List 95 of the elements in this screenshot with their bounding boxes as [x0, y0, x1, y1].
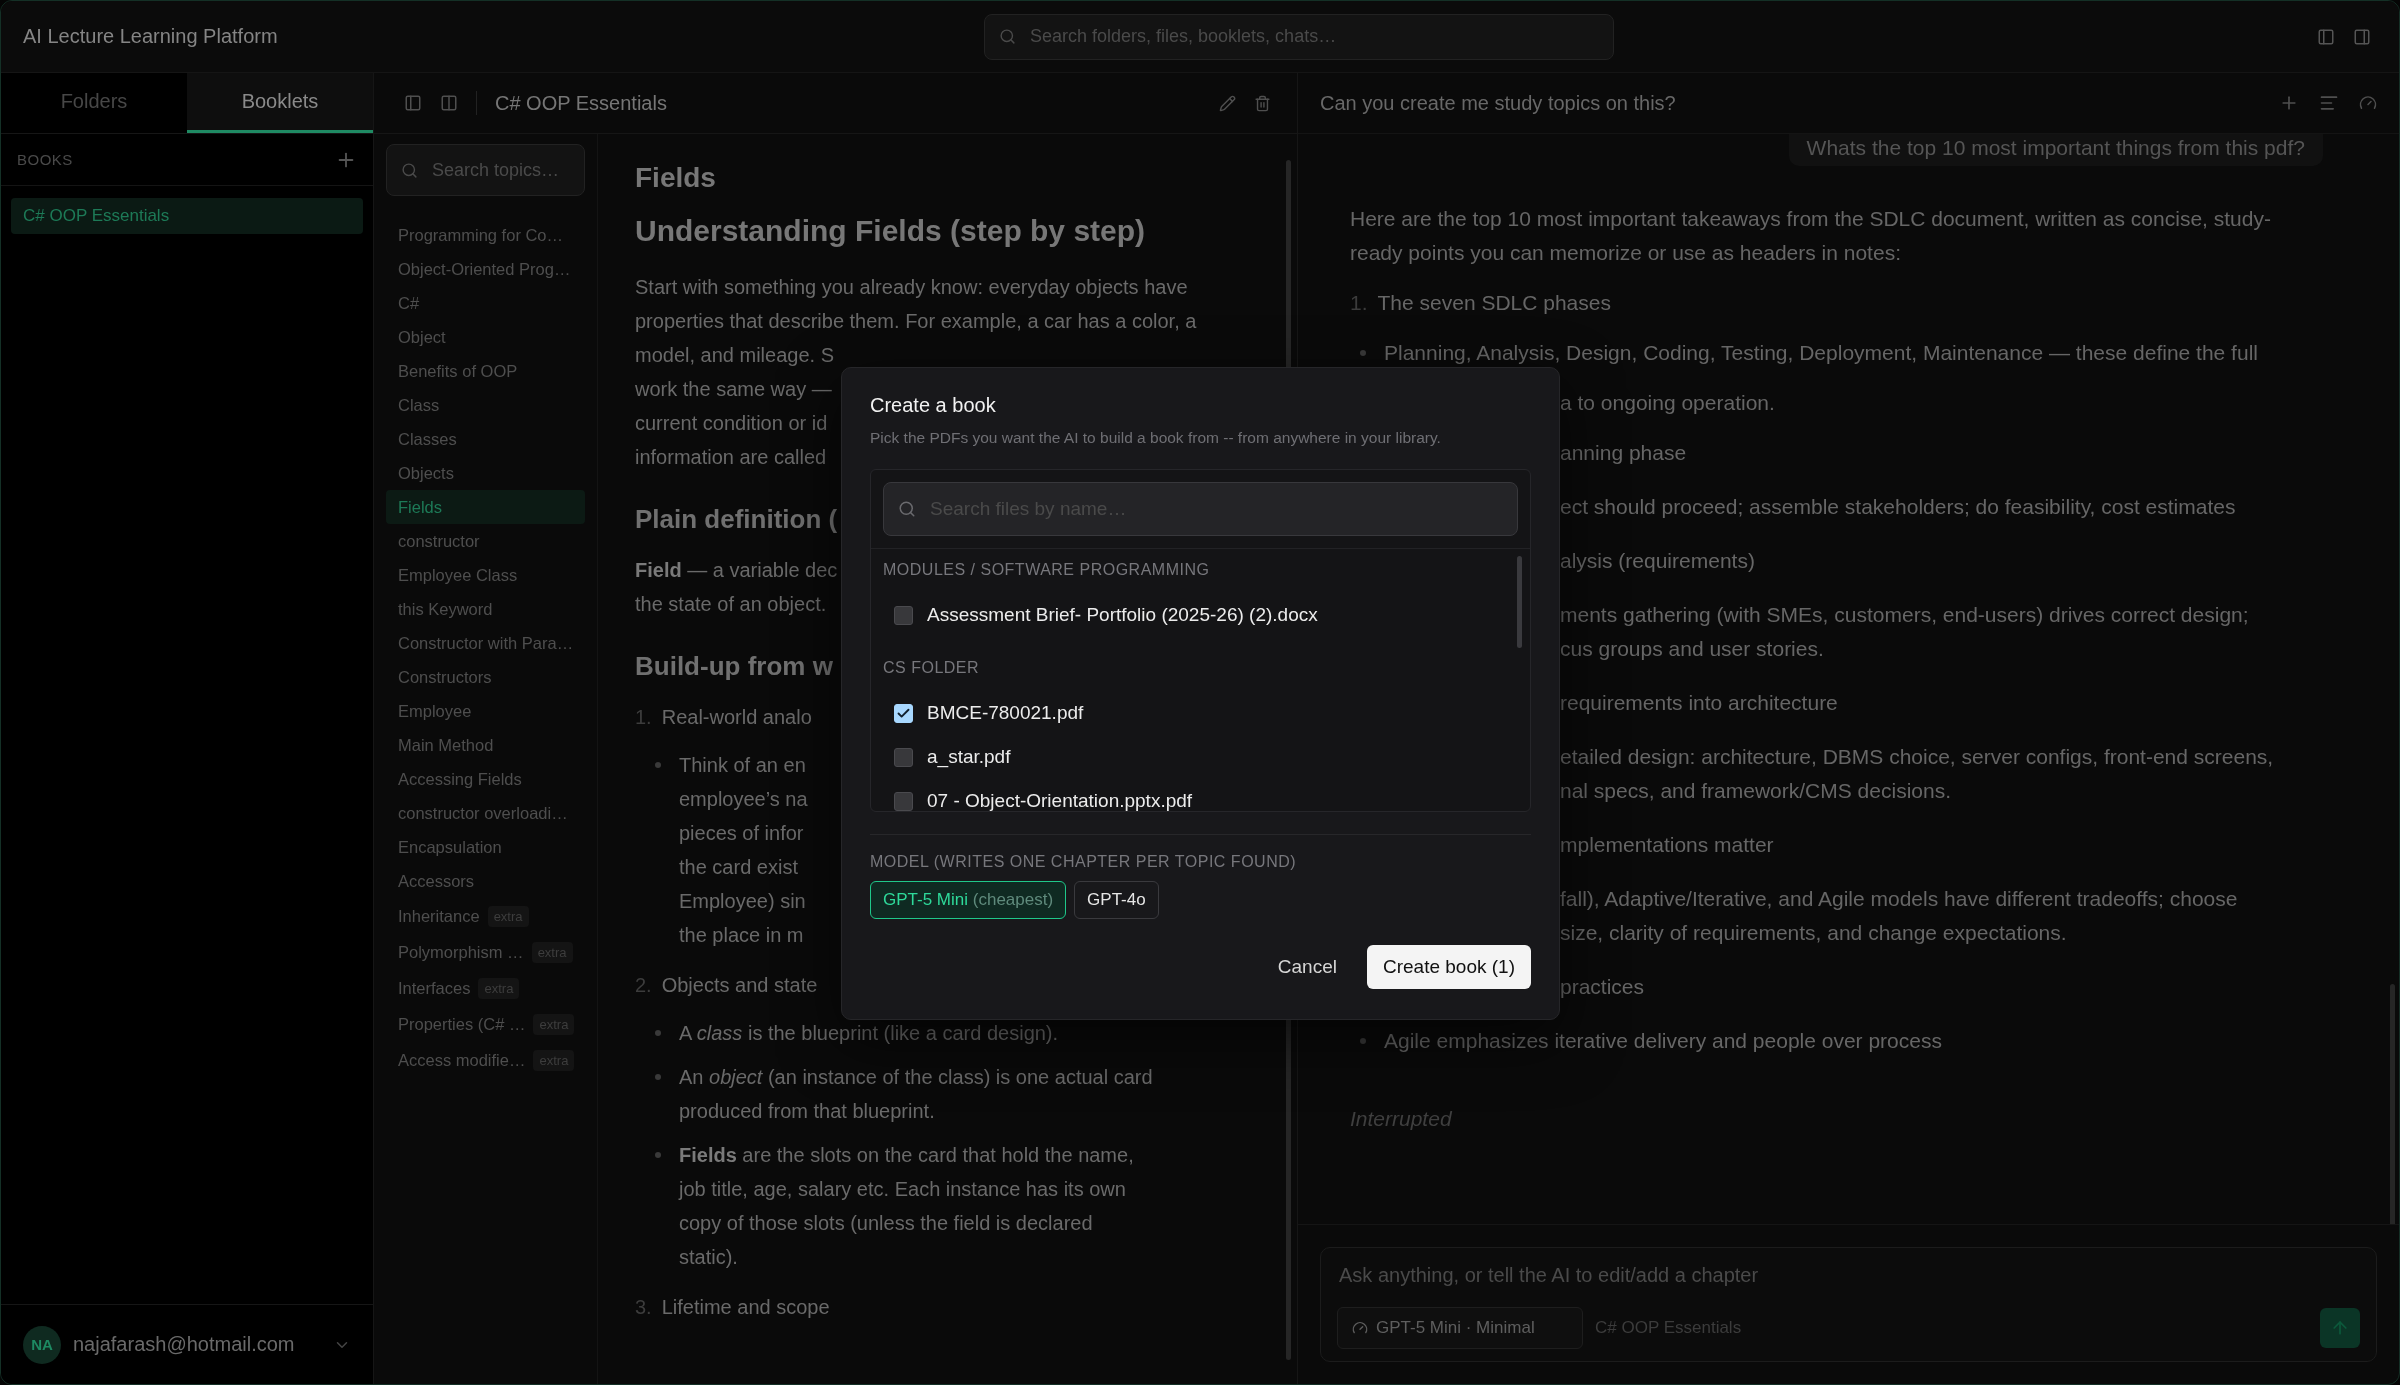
- message-text: ect should proceed; assemble stakeholders; do feasibility, cost estimates: [1560, 494, 2236, 520]
- message-text: alysis (requirements): [1560, 548, 1755, 574]
- section-label: BOOKS: [17, 151, 73, 168]
- message-text: requirements into architecture: [1560, 690, 1838, 716]
- search-icon: [401, 161, 418, 179]
- scrollbar-thumb[interactable]: [2390, 984, 2395, 1224]
- file-option[interactable]: BMCE-780021.pdf: [883, 691, 1530, 735]
- booklet-title: C# OOP Essentials: [495, 91, 668, 115]
- folder-heading: MODULES / SOFTWARE PROGRAMMING: [883, 561, 1211, 579]
- search-icon: [999, 28, 1016, 45]
- topic-item[interactable]: Programming for Co…: [386, 218, 585, 252]
- edit-icon[interactable]: [1219, 94, 1236, 112]
- topic-item[interactable]: Accessing Fields: [386, 762, 585, 796]
- book-item[interactable]: C# OOP Essentials: [11, 198, 363, 234]
- message-text: mplementations matter: [1560, 832, 1774, 858]
- topic-item[interactable]: Class: [386, 388, 585, 422]
- sidebar-toggle-icon[interactable]: [2317, 27, 2335, 46]
- message-text: Here are the top 10 most important takeaways from the SDLC document, written as concise, study- ready points you can memorize or use as headers in notes:: [1350, 206, 2271, 266]
- app-title: AI Lecture Learning Platform: [22, 25, 278, 48]
- checkbox[interactable]: [894, 605, 913, 625]
- bullet-icon: [655, 1030, 661, 1036]
- checkbox[interactable]: [894, 747, 913, 767]
- topic-item[interactable]: C#: [386, 286, 585, 320]
- user-avatar: NA: [23, 1325, 61, 1364]
- paragraph: Field — a variable dec the state of an object.: [635, 558, 838, 617]
- bullet-text: Fields are the slots on the card that hold the name, job title, age, salary etc. Each instance has its own copy of those slots (unless the field is declared static).: [679, 1143, 1134, 1270]
- subheading: Plain definition (: [635, 504, 838, 535]
- message-text: etailed design: architecture, DBMS choice, server configs, front-end screens, nal specs, and framework/CMS decisions.: [1560, 744, 2274, 804]
- list-item: Lifetime and scope: [661, 1295, 830, 1320]
- panel-toggle-icon[interactable]: [2353, 27, 2371, 46]
- chat-title: Can you create me study topics on this?: [1320, 91, 1677, 115]
- bullet-icon: [655, 1152, 661, 1158]
- topic-item[interactable]: Accessors: [386, 864, 585, 898]
- gauge-icon: [1352, 1320, 1368, 1336]
- bullet-icon: [1360, 350, 1366, 356]
- paragraph: model, and mileage. S work the same way — current condition or id information are called: [635, 343, 834, 470]
- subheading: Build-up from w: [635, 651, 833, 682]
- model-option[interactable]: GPT-4o: [1074, 881, 1159, 919]
- search-icon: [898, 500, 916, 518]
- scrollbar-thumb[interactable]: [1517, 556, 1522, 648]
- sidebar-tab[interactable]: Booklets: [187, 73, 373, 133]
- topic-item[interactable]: Encapsulation: [386, 830, 585, 864]
- topic-item[interactable]: Classes: [386, 422, 585, 456]
- topic-item[interactable]: Main Method: [386, 728, 585, 762]
- user-message: Whats the top 10 most important things from this pdf?: [1788, 134, 2323, 166]
- message-text: ments gathering (with SMEs, customers, end-users) drives correct design; cus groups and user stories.: [1560, 602, 2249, 662]
- topic-item[interactable]: Employee: [386, 694, 585, 728]
- sidebar-toggle-icon[interactable]: [404, 94, 422, 112]
- model-button[interactable]: GPT-5 Mini · Minimal: [1337, 1307, 1583, 1349]
- columns-icon[interactable]: [440, 94, 458, 112]
- topic-item[interactable]: constructor: [386, 524, 585, 558]
- topic-item[interactable]: this Keyword: [386, 592, 585, 626]
- topic-item[interactable]: Fields: [386, 490, 585, 524]
- list-item: The seven SDLC phases: [1377, 290, 1611, 316]
- delete-icon[interactable]: [1254, 94, 1271, 112]
- model-option[interactable]: GPT-5 Mini (cheapest): [870, 881, 1067, 919]
- gauge-icon[interactable]: [2359, 94, 2377, 112]
- message-text: a to ongoing operation.: [1560, 390, 1775, 416]
- message-text: anning phase: [1560, 440, 1687, 466]
- model-label: MODEL (WRITES ONE CHAPTER PER TOPIC FOUND): [870, 853, 1298, 871]
- folder-heading: CS FOLDER: [883, 659, 981, 677]
- topic-item[interactable]: constructor overloadi…: [386, 796, 585, 830]
- topic-item[interactable]: Object-Oriented Prog…: [386, 252, 585, 286]
- bullet-text: An object (an instance of the class) is one actual card produced from that blueprint.: [679, 1065, 1153, 1124]
- chat-input-field[interactable]: Ask anything, or tell the AI to edit/add a chapter: [1337, 1260, 2360, 1291]
- topic-item[interactable]: Objects: [386, 456, 585, 490]
- list-item: Objects and state: [661, 973, 818, 998]
- topic-item[interactable]: Constructor with Para…: [386, 626, 585, 660]
- topic-item[interactable]: Object: [386, 320, 585, 354]
- message-text: fall), Adaptive/Iterative, and Agile models have different tradeoffs; choose size, clarity of requirements, and change expectations.: [1560, 886, 2238, 946]
- file-option[interactable]: a_star.pdf: [883, 735, 1530, 779]
- bullet-icon: [655, 762, 661, 768]
- file-option[interactable]: 07 - Object-Orientation.pptx.pdf: [883, 779, 1530, 811]
- file-option[interactable]: Assessment Brief- Portfolio (2025-26) (2).docx: [883, 593, 1530, 637]
- topic-item[interactable]: Constructors: [386, 660, 585, 694]
- send-button[interactable]: [2320, 1308, 2360, 1348]
- create-book-button[interactable]: Create book (1): [1367, 945, 1531, 989]
- list-item: Real-world analo: [661, 705, 812, 730]
- message-text: practices: [1560, 974, 1645, 1000]
- cancel-button[interactable]: Cancel: [1271, 955, 1343, 979]
- bullet-text: A class is the blueprint (like a card design).: [679, 1021, 1059, 1046]
- bullet-text: Planning, Analysis, Design, Coding, Testing, Deployment, Maintenance — these define the full: [1384, 340, 2258, 366]
- bullet-text: Agile emphasizes iterative delivery and people over process: [1384, 1028, 1942, 1054]
- checkbox[interactable]: [894, 791, 913, 811]
- page-title: Fields: [635, 162, 716, 194]
- topic-item[interactable]: Employee Class: [386, 558, 585, 592]
- dialog-description: Pick the PDFs you want the AI to build a book from -- from anywhere in your library.: [870, 429, 1442, 447]
- user-email: najafarash@hotmail.com: [73, 1333, 296, 1356]
- section-heading: Understanding Fields (step by step): [635, 214, 1146, 248]
- dialog-title: Create a book: [870, 394, 997, 417]
- topic-item[interactable]: Benefits of OOP: [386, 354, 585, 388]
- bullet-icon: [655, 1074, 661, 1080]
- list-icon[interactable]: [2319, 93, 2339, 113]
- bullet-text: Think of an en employee’s na pieces of infor the card exist Employee) sin the place in m: [679, 753, 808, 948]
- bullet-icon: [1360, 1038, 1366, 1044]
